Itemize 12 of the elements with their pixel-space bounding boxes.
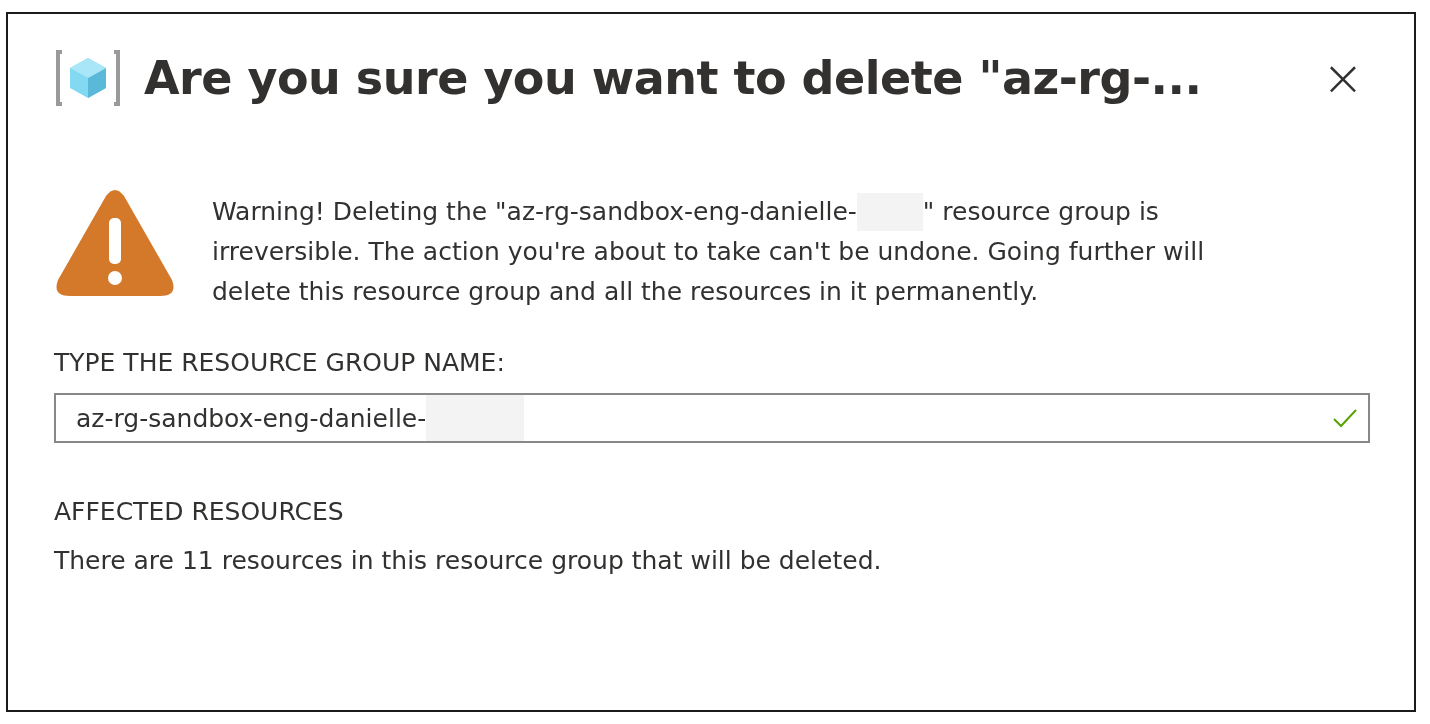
dialog-title: Are you sure you want to delete "az-rg-... <box>144 51 1203 105</box>
section-heading: AFFECTED RESOURCES <box>54 497 345 526</box>
field-value: az-rg-sandbox-eng-danielle- <box>76 403 427 433</box>
close-button[interactable]: × <box>1316 53 1370 103</box>
affected-text: There are 11 resources in this resource group that will be deleted. <box>54 546 883 575</box>
warning-icon <box>54 188 176 298</box>
warning-text: delete this resource group and all the resources in it permanently. <box>212 276 1040 308</box>
warning-text: " resource group is <box>922 196 1159 228</box>
warning-text: Warning! Deleting the "az-rg-sandbox-eng-danielle- <box>212 196 857 228</box>
input-field[interactable]: az-rg-sandbox-eng-danielle- <box>54 393 1370 443</box>
field-label: TYPE THE RESOURCE GROUP NAME: <box>54 348 506 377</box>
warning-text: irreversible. The action you're about to take can't be undone. Going further will <box>212 236 1205 268</box>
